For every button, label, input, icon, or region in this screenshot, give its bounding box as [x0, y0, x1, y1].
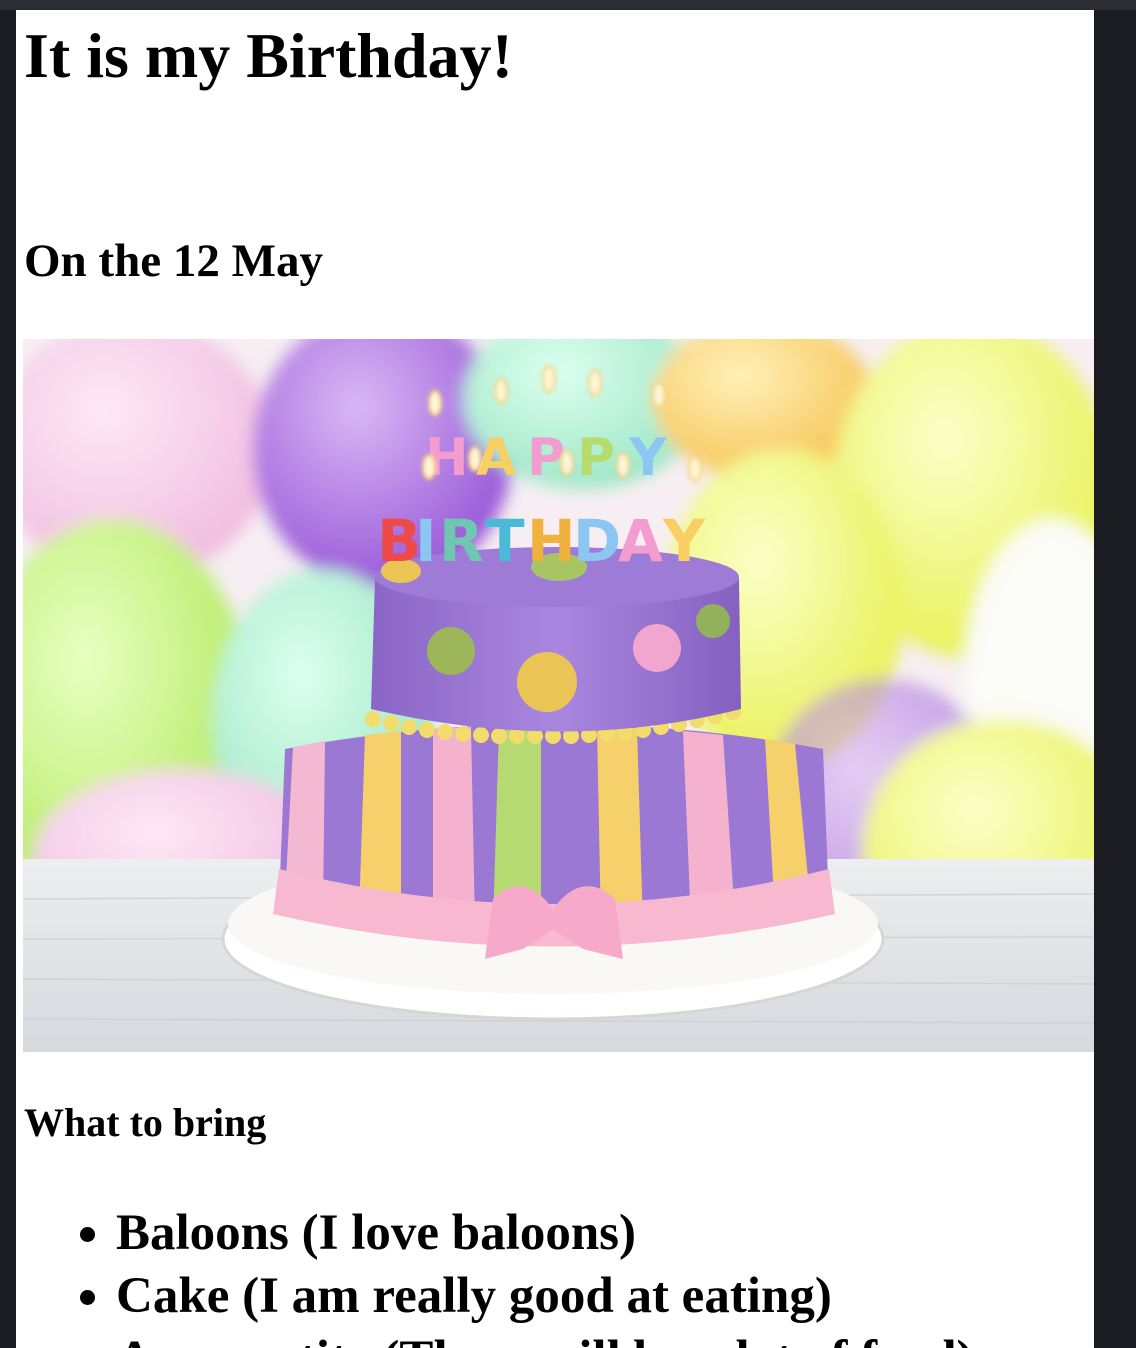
svg-text:I: I [415, 507, 437, 575]
list-item: Baloons (I love baloons) [116, 1202, 974, 1265]
svg-text:H: H [527, 507, 576, 575]
list-item: An appetite (There will be a lot of food… [116, 1328, 974, 1348]
svg-text:Y: Y [662, 507, 706, 575]
svg-text:A: A [476, 428, 516, 488]
browser-top-edge [0, 0, 1136, 10]
svg-text:Y: Y [628, 428, 668, 488]
svg-text:A: A [618, 507, 663, 575]
page-content: It is my Birthday! On the 12 May H A P P… [16, 10, 1094, 1348]
birthday-cake-image: H A P P Y B I R T H D A Y [23, 339, 1094, 1052]
list-item: Cake (I am really good at eating) [116, 1265, 974, 1328]
svg-text:P: P [527, 428, 565, 488]
svg-text:D: D [573, 507, 621, 575]
svg-text:R: R [439, 507, 484, 575]
bring-list: Baloons (I love baloons) Cake (I am real… [16, 1202, 974, 1348]
svg-text:P: P [577, 428, 615, 488]
svg-text:T: T [485, 507, 525, 575]
what-to-bring-heading: What to bring [24, 1100, 267, 1145]
page-title: It is my Birthday! [24, 20, 513, 91]
event-date: On the 12 May [24, 235, 323, 287]
browser-right-edge [1094, 10, 1136, 1348]
